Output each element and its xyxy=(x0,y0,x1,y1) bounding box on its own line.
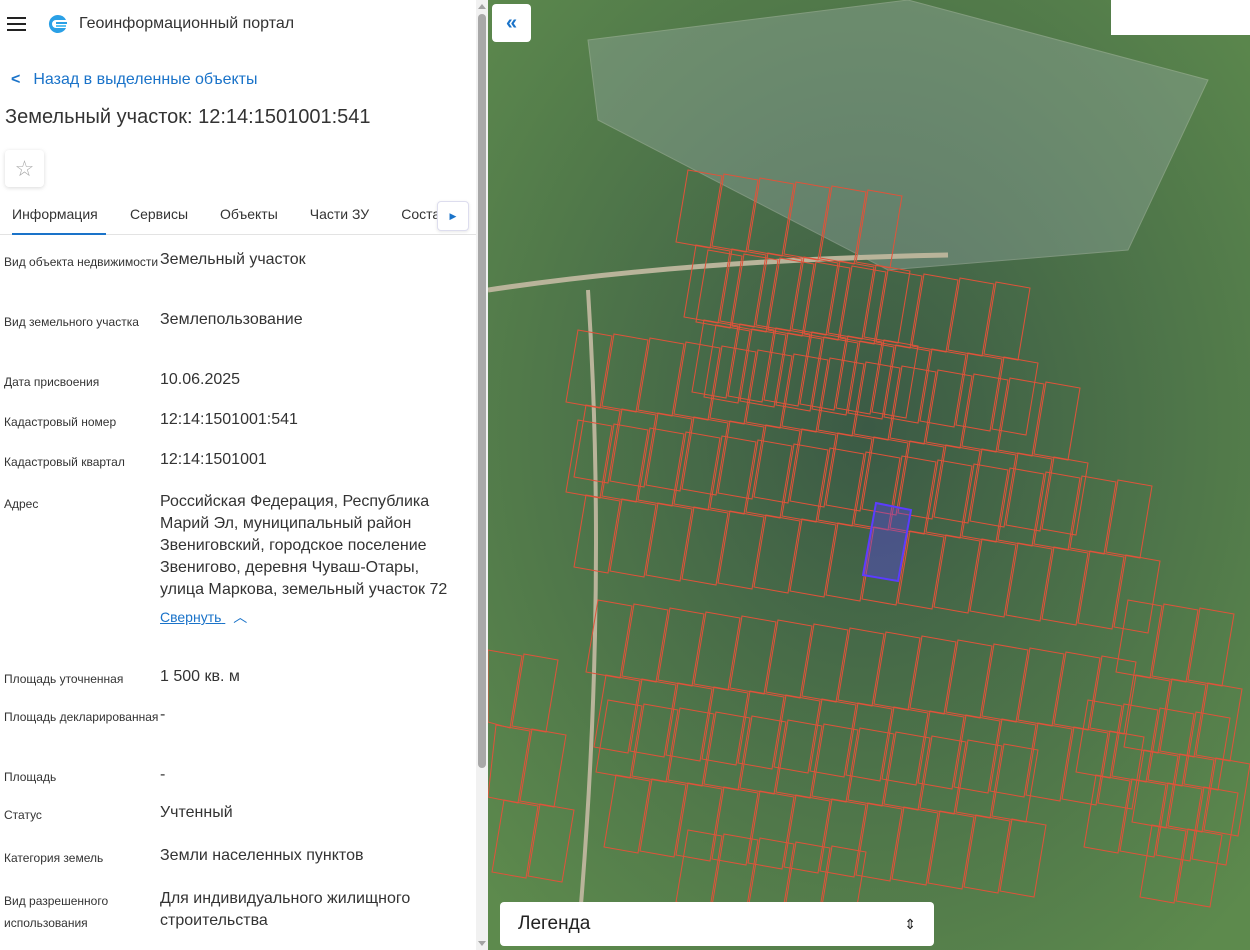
map-view[interactable]: « Легенда ⇕ xyxy=(488,0,1250,950)
satellite-map[interactable] xyxy=(488,0,1250,950)
collapse-link[interactable]: Свернуть ︿ xyxy=(160,606,247,628)
attribute-list: Вид объекта недвижимости Земельный участо… xyxy=(0,249,476,936)
page-title: Земельный участок: 12:14:1501001:541 xyxy=(5,106,371,128)
scroll-up-icon[interactable] xyxy=(478,4,486,9)
attribute-row: Статус Учтенный xyxy=(0,802,476,845)
attribute-row: Площадь декларированная - xyxy=(0,704,476,764)
attribute-value: - xyxy=(160,706,166,723)
attribute-label: Кадастровый номер xyxy=(4,415,117,429)
attribute-label: Площадь уточненная xyxy=(4,672,124,686)
tab-parts[interactable]: Части ЗУ xyxy=(310,201,369,235)
app-title: Геоинформационный портал xyxy=(79,15,295,32)
attribute-value: Учтенный xyxy=(160,804,233,821)
tabs-scroll-right-button[interactable]: ▶ xyxy=(437,201,469,231)
tab-bar: Информация Сервисы Объекты Части ЗУ Сост… xyxy=(0,201,476,235)
attribute-label: Кадастровый квартал xyxy=(4,455,125,469)
attribute-row: Площадь - xyxy=(0,764,476,802)
attribute-value: 1 500 кв. м xyxy=(160,668,240,685)
attribute-row: Дата присвоения 10.06.2025 xyxy=(0,369,476,409)
scroll-down-icon[interactable] xyxy=(478,941,486,946)
double-chevron-left-icon: « xyxy=(505,11,518,34)
attribute-row: Адрес Российская Федерация, Республика Ма… xyxy=(0,491,476,666)
attribute-label: Вид земельного участка xyxy=(4,315,139,329)
attribute-value: Земли населенных пунктов xyxy=(160,847,364,864)
chevron-up-icon: ︿ xyxy=(233,609,248,625)
caret-right-icon: ▶ xyxy=(449,210,457,221)
attribute-value: 12:14:1501001 xyxy=(160,451,267,468)
attribute-row: Вид объекта недвижимости Земельный участо… xyxy=(0,249,476,309)
back-link-label: Назад в выделенные объекты xyxy=(33,71,258,88)
attribute-label: Дата присвоения xyxy=(4,375,100,389)
attribute-label: Адрес xyxy=(4,497,39,511)
attribute-label: Статус xyxy=(4,808,42,822)
attribute-label: Площадь декларированная xyxy=(4,710,159,724)
collapse-panel-button[interactable]: « xyxy=(492,4,531,42)
chevron-left-icon: < xyxy=(11,71,21,88)
attribute-row: Вид разрешенного использования Для индиви… xyxy=(0,888,476,936)
attribute-label: Вид объекта недвижимости xyxy=(4,255,159,269)
attribute-row: Категория земель Земли населенных пунктов xyxy=(0,845,476,888)
tab-services[interactable]: Сервисы xyxy=(130,201,188,235)
panel-scrollbar[interactable] xyxy=(476,0,488,950)
collapse-label: Свернуть xyxy=(160,609,222,625)
attribute-value: 10.06.2025 xyxy=(160,371,241,388)
attribute-value: - xyxy=(160,766,166,783)
attribute-value: 12:14:1501001:541 xyxy=(160,411,298,428)
tab-objects[interactable]: Объекты xyxy=(220,201,278,235)
back-link[interactable]: < Назад в выделенные объекты xyxy=(0,64,476,96)
attribute-label: Площадь xyxy=(4,770,57,784)
attribute-row: Кадастровый номер 12:14:1501001:541 xyxy=(0,409,476,449)
attribute-value: Российская Федерация, Республика Марий Э… xyxy=(160,493,448,598)
star-icon: ☆ xyxy=(14,155,35,181)
app-header: Геоинформационный портал xyxy=(0,0,476,48)
legend-label: Легенда xyxy=(518,913,591,934)
attribute-row: Кадастровый квартал 12:14:1501001 xyxy=(0,449,476,491)
address-block: Российская Федерация, Республика Марий Э… xyxy=(160,491,460,666)
expand-icon: ⇕ xyxy=(904,915,916,932)
attribute-row: Площадь уточненная 1 500 кв. м xyxy=(0,666,476,704)
favorite-star-button[interactable]: ☆ xyxy=(5,150,44,187)
attribute-value: Для индивидуального жилищного строительс… xyxy=(160,890,411,929)
legend-dropdown[interactable]: Легенда ⇕ xyxy=(500,902,934,946)
tab-composition[interactable]: Соста xyxy=(401,201,440,235)
attribute-label: Вид разрешенного использования xyxy=(4,894,109,930)
menu-icon[interactable] xyxy=(7,17,26,31)
portal-logo-icon xyxy=(48,14,67,33)
scrollbar-thumb[interactable] xyxy=(478,14,486,768)
map-corner-panel xyxy=(1111,0,1250,35)
tab-information[interactable]: Информация xyxy=(12,201,106,235)
attribute-label: Категория земель xyxy=(4,851,104,865)
attribute-row: Вид земельного участка Землепользование xyxy=(0,309,476,369)
info-panel: Геоинформационный портал < Назад в выделе… xyxy=(0,0,476,950)
attribute-value: Земельный участок xyxy=(160,251,306,268)
attribute-value: Землепользование xyxy=(160,311,303,328)
